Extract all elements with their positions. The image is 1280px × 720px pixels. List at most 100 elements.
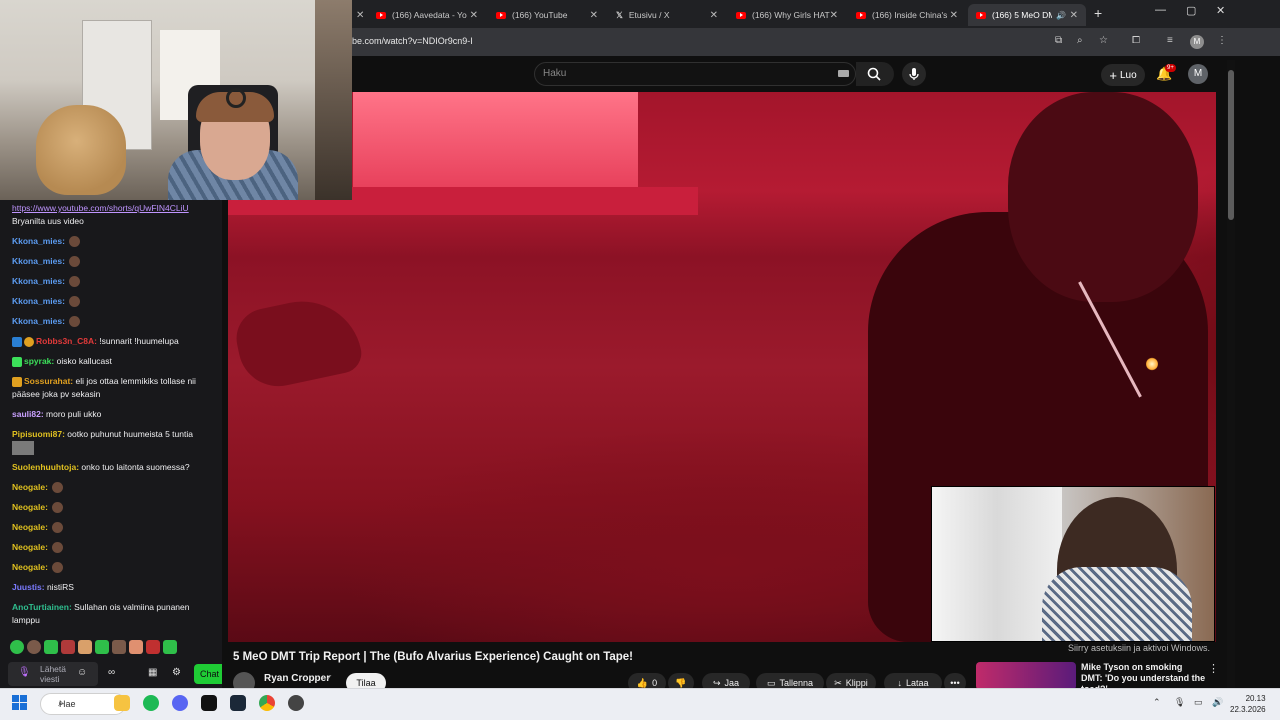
- recommendation-thumbnail[interactable]: [976, 662, 1076, 690]
- crown-badge-icon: [12, 376, 22, 387]
- url-text[interactable]: be.com/watch?v=NDIOr9cn9-I: [352, 36, 473, 46]
- gift-icon[interactable]: ▦: [148, 667, 157, 678]
- tray-chevron-icon[interactable]: ⌃: [1153, 697, 1161, 708]
- chat-username[interactable]: Neogale:: [12, 562, 48, 572]
- chrome-icon[interactable]: [259, 695, 275, 711]
- steam-icon[interactable]: [230, 695, 246, 711]
- tray-network-icon[interactable]: ▭: [1194, 697, 1203, 708]
- clock-time: 20.13: [1245, 694, 1266, 703]
- reading-list-icon[interactable]: ≡: [1167, 35, 1173, 46]
- extensions-icon[interactable]: ⧠: [1132, 35, 1140, 46]
- tab-1[interactable]: (166) Aavedata - Yo ✕: [368, 4, 486, 26]
- search-icon: [867, 67, 881, 81]
- chat-username[interactable]: Pipisuomi87:: [12, 429, 65, 439]
- chat-username[interactable]: Kkona_mies:: [12, 256, 65, 266]
- chat-username[interactable]: Neogale:: [12, 482, 48, 492]
- channel-points-icon[interactable]: ∞: [108, 667, 115, 678]
- emote-icon[interactable]: [61, 640, 75, 654]
- speaker-icon[interactable]: 🔊: [1056, 11, 1066, 20]
- chat-username[interactable]: Suolenhuuhtoja:: [12, 462, 79, 472]
- chat-username[interactable]: Robbs3n_C8A:: [36, 336, 97, 346]
- taskbar-clock[interactable]: 20.13 22.3.2026: [1230, 693, 1266, 715]
- x-app-icon[interactable]: [201, 695, 217, 711]
- chat-username[interactable]: Kkona_mies:: [12, 276, 65, 286]
- close-icon[interactable]: ✕: [950, 10, 958, 21]
- minimize-icon[interactable]: —: [1155, 4, 1166, 16]
- emote-icon[interactable]: [10, 640, 24, 654]
- channel-name[interactable]: Ryan Cropper: [264, 673, 330, 684]
- tray-mic-icon[interactable]: 🎙: [1174, 697, 1185, 708]
- chat-text: !sunnarit !huumelupa: [96, 336, 179, 346]
- inset-video: [931, 486, 1215, 642]
- youtube-icon: [976, 11, 986, 19]
- scrollbar-thumb[interactable]: [1228, 70, 1234, 220]
- chat-username[interactable]: Kkona_mies:: [12, 296, 65, 306]
- emoji-icon[interactable]: ☺: [77, 667, 87, 678]
- close-icon[interactable]: ✕: [470, 10, 478, 21]
- chat-username[interactable]: Juustis:: [12, 582, 45, 592]
- chat-input-placeholder: Lähetä viesti: [40, 664, 66, 684]
- chat-username[interactable]: spyrak:: [24, 356, 54, 366]
- chat-username[interactable]: Neogale:: [12, 522, 48, 532]
- new-tab-icon[interactable]: +: [1094, 5, 1102, 21]
- close-icon[interactable]: ✕: [356, 10, 364, 21]
- emote-icon[interactable]: [95, 640, 109, 654]
- chat-message: sauli82: moro puli ukko: [12, 408, 218, 421]
- zoom-icon[interactable]: ⌕: [1077, 35, 1083, 46]
- chat-message: Suolenhuuhtoja: onko tuo laitonta suomes…: [12, 461, 218, 474]
- emote-icon[interactable]: [78, 640, 92, 654]
- tab-3[interactable]: 𝕏 Etusivu / X ✕: [608, 4, 726, 26]
- tab-2[interactable]: (166) YouTube ✕: [488, 4, 606, 26]
- chat-username[interactable]: sauli82:: [12, 409, 44, 419]
- chat-link[interactable]: https://www.youtube.com/shorts/qUwFIN4CL…: [12, 203, 189, 213]
- emote-icon[interactable]: [146, 640, 160, 654]
- microphone-icon[interactable]: 🎙: [18, 667, 31, 678]
- scissors-icon: ✂: [834, 677, 842, 688]
- chat-username[interactable]: Kkona_mies:: [12, 236, 65, 246]
- chat-send-button[interactable]: Chat: [194, 664, 222, 684]
- emote-icon[interactable]: [129, 640, 143, 654]
- create-button[interactable]: + Luo: [1101, 64, 1145, 86]
- chat-username[interactable]: AnoTurtiainen:: [12, 602, 72, 612]
- file-explorer-icon[interactable]: [114, 695, 130, 711]
- recommendation-menu-icon[interactable]: ⋮: [1208, 662, 1219, 675]
- discord-icon[interactable]: [172, 695, 188, 711]
- tab-4[interactable]: (166) Why Girls HAT ✕: [728, 4, 846, 26]
- settings-gear-icon[interactable]: ⚙: [172, 667, 181, 678]
- maximize-icon[interactable]: ▢: [1186, 4, 1196, 17]
- install-app-icon[interactable]: ⧉: [1055, 35, 1062, 46]
- emote-icon[interactable]: [163, 640, 177, 654]
- youtube-avatar[interactable]: M: [1188, 64, 1208, 84]
- close-icon[interactable]: ✕: [590, 10, 598, 21]
- chat-username[interactable]: Neogale:: [12, 542, 48, 552]
- window-close-icon[interactable]: ✕: [1216, 4, 1225, 17]
- thumbs-down-icon: 👎: [675, 677, 687, 688]
- tab-5[interactable]: (166) Inside China's ✕: [848, 4, 966, 26]
- voice-search-button[interactable]: [902, 62, 926, 86]
- video-frame-pillow: [230, 290, 366, 394]
- profile-avatar[interactable]: M: [1190, 35, 1204, 49]
- tray-volume-icon[interactable]: 🔊: [1212, 697, 1223, 708]
- chat-username[interactable]: Sossurahat:: [24, 376, 73, 386]
- search-input[interactable]: [534, 62, 856, 86]
- menu-kebab-icon[interactable]: ⋮: [1217, 35, 1227, 46]
- emote-icon[interactable]: [44, 640, 58, 654]
- keyboard-icon[interactable]: [838, 70, 849, 77]
- chat-username[interactable]: Kkona_mies:: [12, 316, 65, 326]
- close-icon[interactable]: ✕: [830, 10, 838, 21]
- spotify-icon[interactable]: [143, 695, 159, 711]
- webcam-headset: [226, 88, 246, 108]
- tab-6-active[interactable]: (166) 5 MeO DM 🔊 ✕: [968, 4, 1086, 26]
- chat-username[interactable]: Neogale:: [12, 502, 48, 512]
- bookmark-star-icon[interactable]: ☆: [1099, 35, 1108, 46]
- chat-message: Kkona_mies:: [12, 315, 218, 328]
- search-button[interactable]: [856, 62, 894, 86]
- windows-taskbar: [0, 688, 1280, 720]
- close-icon[interactable]: ✕: [710, 10, 718, 21]
- windows-start-icon[interactable]: [12, 695, 28, 711]
- emote-icon[interactable]: [27, 640, 41, 654]
- emote-icon[interactable]: [112, 640, 126, 654]
- obs-icon[interactable]: [288, 695, 304, 711]
- close-icon[interactable]: ✕: [1070, 10, 1078, 21]
- tab-title: Etusivu / X: [628, 10, 670, 20]
